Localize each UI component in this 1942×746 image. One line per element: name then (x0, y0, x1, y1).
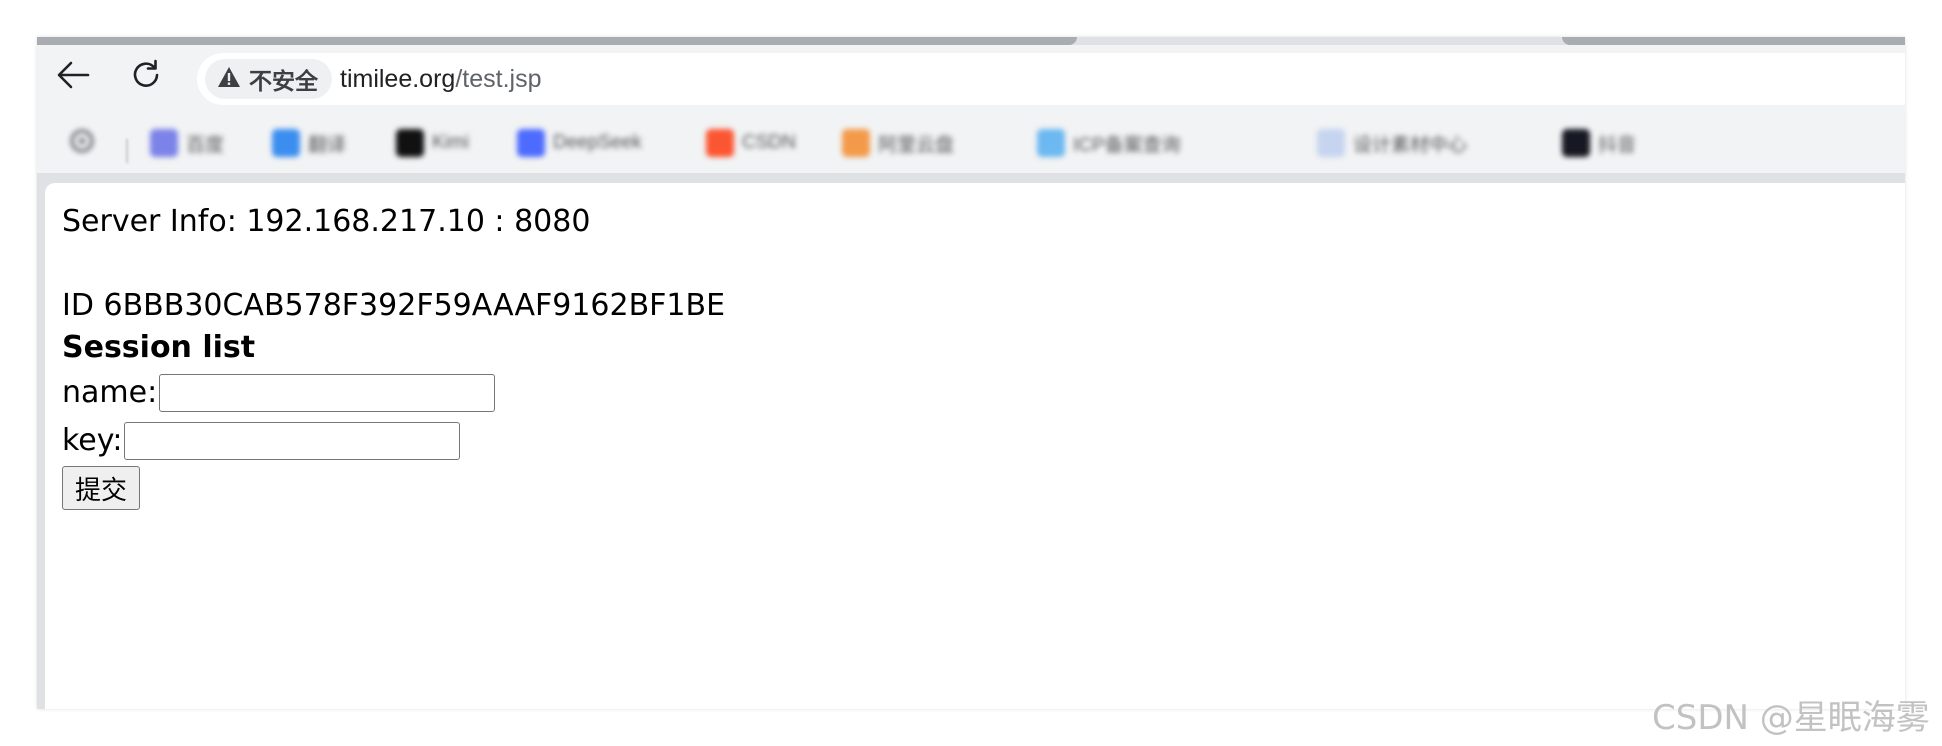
bookmark-label: ICP备案查询 (1073, 134, 1181, 156)
bookmark-item[interactable]: 翻译 (272, 128, 346, 158)
name-input[interactable] (159, 374, 496, 412)
tab-inactive[interactable] (1562, 37, 1905, 45)
bookmark-item[interactable]: Kimi (396, 128, 469, 158)
bookmark-label: 抖音 (1598, 134, 1637, 156)
url-text[interactable]: timilee.org/test.jsp (340, 65, 541, 94)
warning-icon (217, 66, 241, 93)
bookmark-item[interactable]: 百度 (150, 128, 224, 158)
page-viewport: Server Info: 192.168.217.10 : 8080 ID 6B… (45, 183, 1905, 709)
arrow-left-icon (56, 60, 90, 95)
page-body: Server Info: 192.168.217.10 : 8080 ID 6B… (62, 201, 725, 511)
bookmarks-bar: 百度 翻译 Kimi DeepSeek CSDN 阿里云盘 ICP备案查询 设计… (37, 111, 1905, 173)
bookmark-separator (126, 139, 128, 163)
key-input[interactable] (124, 422, 461, 460)
bookmark-favicon-icon (1037, 129, 1065, 157)
server-info: Server Info: 192.168.217.10 : 8080 (62, 204, 591, 239)
back-button[interactable] (53, 57, 93, 97)
session-id: ID 6BBB30CAB578F392F59AAAF9162BF1BE (62, 288, 726, 323)
session-list-heading: Session list (62, 330, 256, 365)
reload-icon (129, 58, 163, 97)
watermark: CSDN @星眠海雾 (1652, 698, 1930, 738)
name-row: name: (62, 369, 725, 417)
bookmark-favicon-icon (272, 129, 300, 157)
bookmark-favicon-icon (1562, 129, 1590, 157)
bookmark-apps[interactable] (67, 128, 97, 158)
bookmark-label: 设计素材中心 (1353, 134, 1468, 156)
bookmark-favicon-icon (517, 129, 545, 157)
bookmark-label: 百度 (186, 134, 225, 156)
bookmark-favicon-icon (1317, 129, 1345, 157)
bookmark-label: Kimi (432, 132, 469, 153)
submit-button[interactable]: 提交 (62, 466, 141, 510)
browser-toolbar: 不安全 timilee.org/test.jsp (37, 45, 1905, 111)
browser-window: 不安全 timilee.org/test.jsp 百度 翻译 Kimi Deep… (37, 37, 1905, 709)
bookmark-label: DeepSeek (553, 132, 642, 153)
bookmark-favicon-icon (150, 129, 178, 157)
url-path: /test.jsp (455, 65, 542, 93)
security-indicator[interactable]: 不安全 (205, 59, 332, 99)
security-label: 不安全 (249, 68, 318, 94)
bookmark-label: 翻译 (308, 134, 347, 156)
bookmark-item[interactable]: DeepSeek (517, 128, 642, 158)
apps-grid-icon (67, 128, 97, 159)
key-label: key: (62, 423, 123, 458)
address-bar[interactable]: 不安全 timilee.org/test.jsp (197, 53, 1905, 105)
bookmark-favicon-icon (396, 129, 424, 157)
bookmark-item[interactable]: 抖音 (1562, 128, 1636, 158)
bookmark-item[interactable]: 阿里云盘 (842, 128, 954, 158)
tab-strip (37, 37, 1905, 45)
bookmark-favicon-icon (842, 129, 870, 157)
bookmark-favicon-icon (706, 129, 734, 157)
bookmark-item[interactable]: ICP备案查询 (1037, 128, 1181, 158)
tab-active[interactable] (37, 37, 1077, 45)
key-row: key: (62, 417, 725, 465)
bookmark-label: 阿里云盘 (878, 134, 955, 156)
bookmark-item[interactable]: 设计素材中心 (1317, 128, 1467, 158)
bookmark-item[interactable]: CSDN (706, 128, 796, 158)
line-break (62, 243, 725, 285)
bookmark-label: CSDN (742, 132, 796, 153)
url-host: timilee.org (340, 65, 456, 93)
reload-button[interactable] (126, 57, 166, 97)
name-label: name: (62, 375, 158, 410)
session-form: name: key: 提交 (62, 369, 725, 511)
